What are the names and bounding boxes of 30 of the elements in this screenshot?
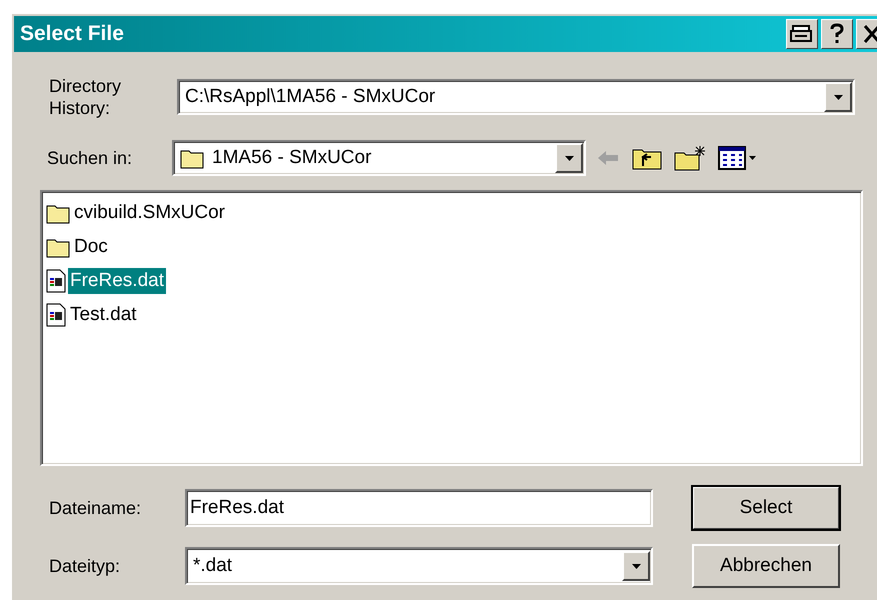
printer-icon[interactable] bbox=[786, 19, 818, 49]
directory-history-label: Directory History: bbox=[49, 75, 122, 119]
directory-history-combo-value: C:\RsAppl\1MA56 - SMxUCor bbox=[185, 86, 436, 108]
file-name-label: Dateiname: bbox=[49, 498, 142, 518]
look-in-combo-value: 1MA56 - SMxUCor bbox=[212, 147, 372, 169]
dropdown-button[interactable] bbox=[824, 82, 852, 112]
dropdown-button[interactable] bbox=[555, 143, 583, 173]
file-type-combo[interactable]: *.dat bbox=[185, 547, 653, 585]
select-button[interactable]: Select bbox=[692, 486, 840, 530]
look-in-label: Suchen in: bbox=[47, 148, 134, 168]
new-folder-icon[interactable] bbox=[674, 145, 706, 171]
data-file-icon bbox=[46, 269, 66, 293]
cancel-button[interactable]: Abbrechen bbox=[692, 544, 840, 588]
look-in-combo[interactable]: 1MA56 - SMxUCor bbox=[172, 140, 586, 176]
file-list-item[interactable]: cvibuild.SMxUCor bbox=[72, 200, 227, 226]
dropdown-button[interactable] bbox=[622, 551, 650, 581]
dropdown-arrow-icon bbox=[834, 94, 842, 100]
dropdown-arrow-icon bbox=[632, 564, 640, 568]
file-list-item[interactable]: Doc bbox=[72, 234, 110, 260]
file-type-combo-value: *.dat bbox=[193, 555, 232, 577]
file-type-label: Dateityp: bbox=[49, 556, 122, 576]
data-file-icon bbox=[46, 303, 66, 327]
file-name-field[interactable]: FreRes.dat bbox=[185, 489, 653, 527]
dropdown-arrow-icon bbox=[564, 156, 574, 160]
help-icon[interactable] bbox=[821, 19, 853, 49]
view-menu-icon[interactable] bbox=[718, 145, 758, 171]
window-title: Select File bbox=[20, 22, 124, 46]
directory-history-combo[interactable]: C:\RsAppl\1MA56 - SMxUCor bbox=[177, 79, 855, 115]
file-list-item[interactable]: Test.dat bbox=[68, 302, 139, 328]
file-list-item[interactable]: FreRes.dat bbox=[68, 268, 166, 294]
